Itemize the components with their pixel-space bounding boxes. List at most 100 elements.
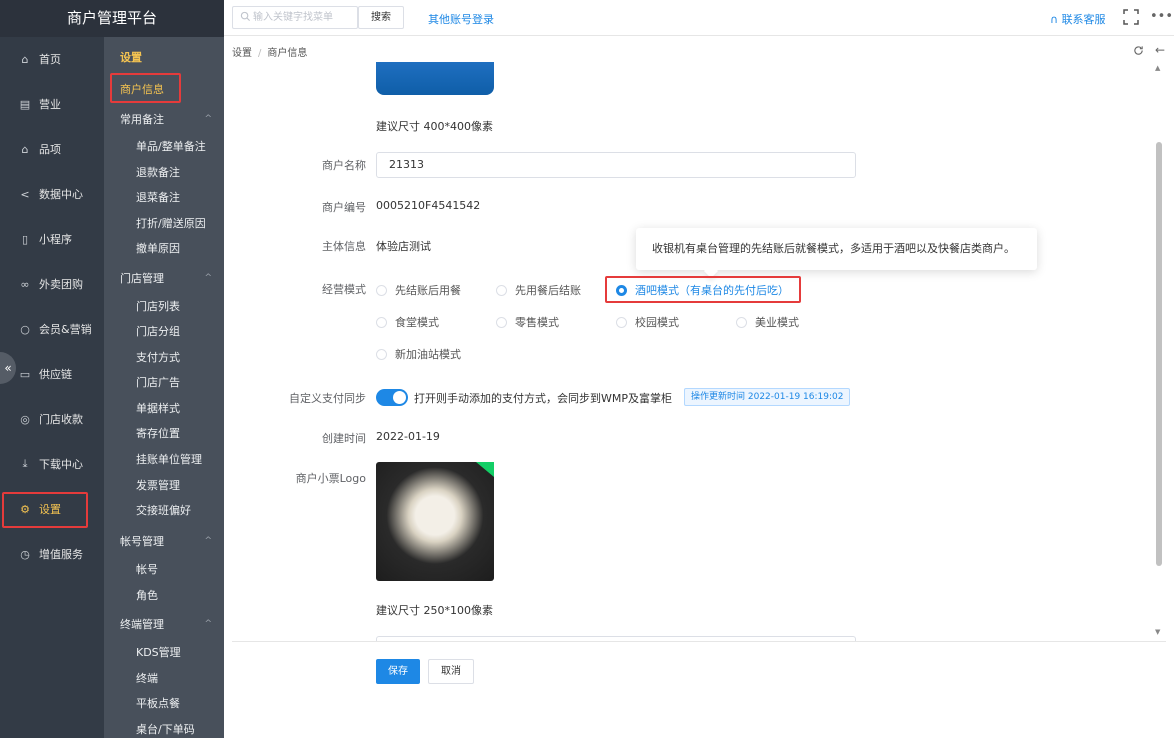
sidebar-item-download[interactable]: ⤓ 下载中心 [0,442,104,486]
scroll-up-arrow[interactable]: ▲ [1155,64,1160,72]
sidebar-item-label: 设置 [39,503,61,516]
ticket-logo-image[interactable] [376,462,494,581]
submenu-item[interactable]: 支付方式 [104,345,224,370]
merchant-code-label: 商户编号 [322,201,366,214]
sidebar-item-payment[interactable]: ◎ 门店收款 [0,397,104,441]
sidebar-item-miniprogram[interactable]: ▯ 小程序 [0,217,104,261]
breadcrumb-separator: / [258,48,262,59]
mode-tooltip: 收银机有桌台管理的先结账后就餐模式，多适用于酒吧以及快餐店类商户。 [636,228,1037,270]
submenu-group-remarks[interactable]: 常用备注 ^ [104,107,224,132]
submenu-item[interactable]: 发票管理 [104,473,224,498]
contact-support-link[interactable]: ∩ 联系客服 [1050,11,1106,27]
merchant-name-input[interactable]: 21313 [376,152,856,178]
submenu-item[interactable]: 退菜备注 [104,185,224,210]
created-time-label: 创建时间 [322,432,366,445]
merchant-logo-image[interactable] [376,62,494,95]
submenu-item[interactable]: 挂账单位管理 [104,447,224,472]
cancel-button[interactable]: 取消 [428,659,474,684]
share-icon: < [20,187,30,201]
mode-radio-canteen[interactable]: 食堂模式 [376,314,439,330]
radio-label: 先用餐后结账 [515,284,581,297]
payment-sync-label: 自定义支付同步 [289,392,366,405]
search-button[interactable]: 搜索 [358,6,404,29]
breadcrumb-root[interactable]: 设置 [232,48,252,59]
mode-radio-campus[interactable]: 校园模式 [616,314,679,330]
submenu-item[interactable]: 交接班偏好 [104,498,224,523]
submenu-item[interactable]: 平板点餐 [104,691,224,716]
logo-size-hint: 建议尺寸 400*400像素 [376,120,493,133]
submenu-group-stores[interactable]: 门店管理 ^ [104,266,224,291]
radio-label: 酒吧模式（有桌台的先付后吃） [635,284,789,297]
submenu-item[interactable]: 帐号 [104,557,224,582]
chevron-up-icon: ^ [204,536,212,546]
home-icon: ⌂ [21,52,29,66]
bag-icon: ⌂ [21,142,29,156]
radio-circle [616,284,627,296]
radio-label: 美业模式 [755,316,799,329]
calendar-icon: ▤ [19,97,31,111]
mode-radio-retail[interactable]: 零售模式 [496,314,559,330]
sidebar-item-products[interactable]: ⌂ 品项 [0,127,104,171]
entity-value: 体验店测试 [376,240,431,253]
sidebar-item-home[interactable]: ⌂ 首页 [0,37,104,81]
submenu-list: 设置 商户信息 常用备注 ^ 单品/整单备注 退款备注 退菜备注 打折/赠送原因 … [104,37,224,738]
more-icon[interactable]: ••• [1150,9,1173,24]
submenu-item[interactable]: 打折/赠送原因 [104,211,224,236]
scrollbar-thumb[interactable] [1156,142,1162,566]
radio-circle [376,284,387,296]
submenu-item-merchant-info[interactable]: 商户信息 [104,77,224,102]
radio-circle [496,316,507,328]
mode-radio-gas-station[interactable]: 新加油站模式 [376,346,461,362]
chevron-up-icon: ^ [204,114,212,124]
save-button[interactable]: 保存 [376,659,420,684]
sidebar-item-value-added[interactable]: ◷ 增值服务 [0,532,104,576]
sidebar-item-delivery[interactable]: ∞ 外卖团购 [0,262,104,306]
group-label: 帐号管理 [120,535,164,548]
submenu-item[interactable]: 门店广告 [104,370,224,395]
scroll-down-arrow[interactable]: ▼ [1155,628,1160,636]
sidebar-item-settings[interactable]: ⚙ 设置 [0,487,104,531]
sidebar-item-business[interactable]: ▤ 营业 [0,82,104,126]
submenu-item[interactable]: KDS管理 [104,640,224,665]
radio-label: 食堂模式 [395,316,439,329]
radio-circle [616,316,627,328]
submenu-item[interactable]: 撤单原因 [104,236,224,261]
submenu-item[interactable]: 单品/整单备注 [104,134,224,159]
sidebar-item-data-center[interactable]: < 数据中心 [0,172,104,216]
mode-radio-prepay[interactable]: 先结账后用餐 [376,282,461,298]
sidebar-item-label: 增值服务 [39,548,83,561]
submenu-group-accounts[interactable]: 帐号管理 ^ [104,529,224,554]
sidebar-item-label: 首页 [39,53,61,66]
chevron-up-icon: ^ [204,273,212,283]
submenu-item[interactable]: 桌台/下单码 [104,717,224,738]
breadcrumb: 设置 / 商户信息 [232,44,307,59]
refresh-icon[interactable] [1133,45,1144,56]
radio-label: 新加油站模式 [395,348,461,361]
submenu-item[interactable]: 角色 [104,583,224,608]
sidebar-item-supply[interactable]: ▭ 供应链 [0,352,104,396]
merchant-name-label: 商户名称 [322,159,366,172]
toggle-knob [393,391,406,404]
submenu-item[interactable]: 退款备注 [104,160,224,185]
sidebar-item-member[interactable]: ○ 会员&营销 [0,307,104,351]
submenu-item[interactable]: 终端 [104,666,224,691]
mode-radio-beauty[interactable]: 美业模式 [736,314,799,330]
mode-radio-bar[interactable]: 酒吧模式（有桌台的先付后吃） [616,282,789,298]
group-label: 常用备注 [120,113,164,126]
submenu-item[interactable]: 单据样式 [104,396,224,421]
search-icon [240,11,251,22]
back-arrow-icon[interactable]: ← [1155,43,1165,57]
ticket-logo-label: 商户小票Logo [295,472,366,485]
merchant-code-value: 0005210F4541542 [376,199,481,212]
submenu-item[interactable]: 寄存位置 [104,421,224,446]
fullscreen-icon[interactable] [1123,9,1139,25]
submenu-item[interactable]: 门店列表 [104,294,224,319]
breadcrumb-current: 商户信息 [267,48,308,59]
update-time-tag: 操作更新时间 2022-01-19 16:19:02 [684,388,851,406]
other-account-login-link[interactable]: 其他账号登录 [428,11,494,27]
sidebar-item-label: 门店收款 [39,413,83,426]
submenu-group-terminals[interactable]: 终端管理 ^ [104,612,224,637]
sidebar-item-label: 数据中心 [39,188,83,201]
mode-radio-postpay[interactable]: 先用餐后结账 [496,282,581,298]
submenu-item[interactable]: 门店分组 [104,319,224,344]
